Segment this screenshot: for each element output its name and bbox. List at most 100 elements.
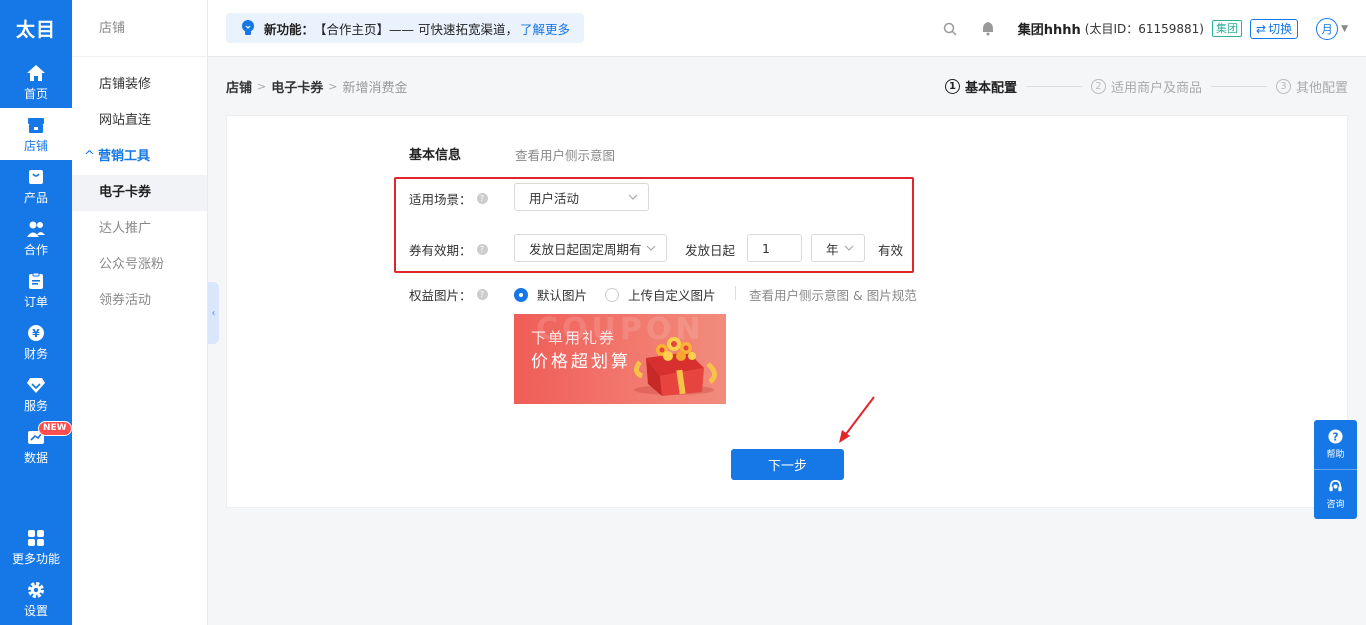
rail-item-store[interactable]: 店铺 bbox=[0, 108, 72, 160]
rail-item-cooperate[interactable]: 合作 bbox=[0, 212, 72, 264]
home-icon bbox=[26, 63, 46, 83]
rail-item-orders[interactable]: 订单 bbox=[0, 264, 72, 316]
sidebar-group-marketing[interactable]: ^ 营销工具 bbox=[72, 139, 207, 175]
validity-unit-select[interactable]: 年 bbox=[811, 234, 865, 262]
divider bbox=[735, 286, 736, 300]
switch-label: 切换 bbox=[1268, 21, 1293, 36]
svg-text:?: ? bbox=[1333, 431, 1339, 443]
gear-icon bbox=[26, 580, 46, 600]
rail-item-label: 财务 bbox=[23, 346, 48, 361]
rail-item-label: 合作 bbox=[23, 242, 48, 257]
sidebar-item-website[interactable]: 网站直连 bbox=[72, 103, 207, 139]
store-icon bbox=[26, 115, 46, 135]
step-number: 3 bbox=[1275, 78, 1291, 94]
rail-item-label: 服务 bbox=[23, 398, 48, 413]
radio-custom-image[interactable]: 上传自定义图片 bbox=[605, 285, 716, 304]
help-icon[interactable]: ? bbox=[476, 244, 488, 255]
rail-item-product[interactable]: 产品 bbox=[0, 160, 72, 212]
chevron-down-icon bbox=[628, 194, 638, 200]
validity-prefix: 发放日起 bbox=[685, 243, 736, 258]
help-icon[interactable]: ? bbox=[476, 289, 488, 300]
coupon-line2: 价格超划算 bbox=[531, 352, 631, 372]
coupon-default-image: COUPON 下单用礼券 价格超划算 bbox=[514, 314, 726, 404]
app-logo[interactable]: 太目 bbox=[0, 0, 72, 56]
chevron-left-icon: ‹ bbox=[211, 307, 216, 319]
breadcrumb-store[interactable]: 店铺 bbox=[226, 77, 252, 96]
image-label-text: 权益图片： bbox=[409, 288, 472, 303]
validity-amount-value: 1 bbox=[762, 240, 770, 256]
rail-item-label: 首页 bbox=[23, 86, 48, 101]
sidebar-item-ecoupon[interactable]: 电子卡券 bbox=[72, 175, 207, 211]
swap-icon: ⇄ bbox=[1256, 21, 1267, 36]
notice-body: 【合作主页】—— 可快速拓宽渠道， bbox=[314, 21, 518, 37]
step-label: 适用商户及商品 bbox=[1110, 80, 1202, 96]
account-id: (太目ID：61159881) bbox=[1084, 22, 1204, 36]
annotation-arrow bbox=[839, 396, 875, 443]
yen-icon: ¥ bbox=[26, 323, 46, 343]
rail-item-more[interactable]: 更多功能 bbox=[0, 521, 72, 573]
image-label: 权益图片：? bbox=[409, 285, 488, 304]
users-icon bbox=[26, 219, 46, 239]
chevron-up-icon: ^ bbox=[84, 149, 95, 164]
sidebar-item-influencer[interactable]: 达人推广 bbox=[72, 211, 207, 247]
form-card: 基本信息 查看用户侧示意图 适用场景：? 用户活动 券有效期：? 发放日起固定周… bbox=[226, 115, 1348, 508]
notice-prefix: 新功能： bbox=[264, 21, 315, 37]
primary-nav-rail: 太目 首页 店铺 产品 合作 订单 ¥ 财务 服务 NEW 数据 更多功能 设置 bbox=[0, 0, 72, 625]
step-number: 1 bbox=[944, 78, 960, 94]
wizard-steps: 1 基本配置 2 适用商户及商品 3 其他配置 bbox=[944, 76, 1348, 96]
chevron-down-icon[interactable]: ▼ bbox=[1341, 24, 1348, 34]
step-other-config: 3 其他配置 bbox=[1275, 77, 1348, 96]
rail-item-finance[interactable]: ¥ 财务 bbox=[0, 316, 72, 368]
svg-text:¥: ¥ bbox=[32, 327, 40, 340]
rail-item-label: 店铺 bbox=[23, 138, 48, 153]
rail-item-label: 产品 bbox=[23, 190, 48, 205]
breadcrumb-ecoupon[interactable]: 电子卡券 bbox=[271, 77, 323, 96]
chevron-right-icon: > bbox=[257, 79, 267, 93]
rail-item-home[interactable]: 首页 bbox=[0, 56, 72, 108]
notice-learn-more-link[interactable]: 了解更多 bbox=[520, 19, 570, 38]
next-step-button[interactable]: 下一步 bbox=[731, 449, 844, 480]
consult-label: 咨询 bbox=[1326, 499, 1345, 510]
rail-item-label: 设置 bbox=[23, 603, 48, 618]
secondary-sidebar: 店铺 店铺装修 网站直连 ^ 营销工具 电子卡券 达人推广 公众号涨粉 领券活动 bbox=[72, 0, 208, 625]
feature-notice: 新功能： 【合作主页】—— 可快速拓宽渠道， 了解更多 bbox=[226, 13, 585, 43]
sidebar-item-decoration[interactable]: 店铺装修 bbox=[72, 67, 207, 103]
rail-item-service[interactable]: 服务 bbox=[0, 368, 72, 420]
rail-item-label: 订单 bbox=[23, 294, 48, 309]
grid-icon bbox=[26, 528, 46, 548]
rail-item-settings[interactable]: 设置 bbox=[0, 573, 72, 625]
image-spec-link[interactable]: 查看用户侧示意图 & 图片规范 bbox=[749, 285, 917, 304]
validity-mode-select[interactable]: 发放日起固定周期有效 bbox=[514, 234, 667, 262]
consult-button[interactable]: 咨询 bbox=[1314, 469, 1357, 518]
radio-label: 默认图片 bbox=[537, 288, 588, 303]
radio-default-image[interactable]: 默认图片 bbox=[514, 285, 587, 304]
scene-select-value: 用户活动 bbox=[529, 190, 580, 206]
scene-select[interactable]: 用户活动 bbox=[514, 183, 649, 211]
validity-label: 券有效期：? bbox=[409, 240, 488, 259]
search-icon[interactable] bbox=[942, 21, 958, 37]
help-button[interactable]: ? 帮助 bbox=[1314, 420, 1357, 469]
validity-amount-input[interactable]: 1 bbox=[747, 234, 802, 262]
bell-icon[interactable] bbox=[980, 21, 996, 37]
account-name: 集团hhhh bbox=[1017, 23, 1081, 38]
step-label: 其他配置 bbox=[1295, 80, 1348, 96]
sidebar-title: 店铺 bbox=[72, 0, 207, 57]
rail-item-label: 数据 bbox=[23, 450, 48, 465]
avatar[interactable]: 月 bbox=[1316, 17, 1339, 40]
help-icon[interactable]: ? bbox=[476, 193, 488, 204]
bag-icon bbox=[26, 167, 46, 187]
radio-dot bbox=[605, 287, 619, 302]
sidebar-item-fans[interactable]: 公众号涨粉 bbox=[72, 247, 207, 283]
diamond-icon bbox=[26, 375, 46, 395]
chevron-right-icon: > bbox=[328, 79, 338, 93]
headset-icon bbox=[1329, 479, 1342, 491]
sidebar-collapse-toggle[interactable]: ‹ bbox=[208, 282, 219, 344]
breadcrumb: 店铺 > 电子卡券 > 新增消费金 bbox=[226, 76, 407, 96]
preview-link[interactable]: 查看用户侧示意图 bbox=[515, 145, 615, 164]
sidebar-item-claim[interactable]: 领券活动 bbox=[72, 283, 207, 319]
switch-account-button[interactable]: ⇄ 切换 bbox=[1250, 18, 1299, 39]
question-icon: ? bbox=[1328, 429, 1343, 444]
rail-item-data[interactable]: NEW 数据 bbox=[0, 420, 72, 472]
radio-dot bbox=[514, 287, 528, 302]
rail-item-label: 更多功能 bbox=[11, 551, 60, 566]
